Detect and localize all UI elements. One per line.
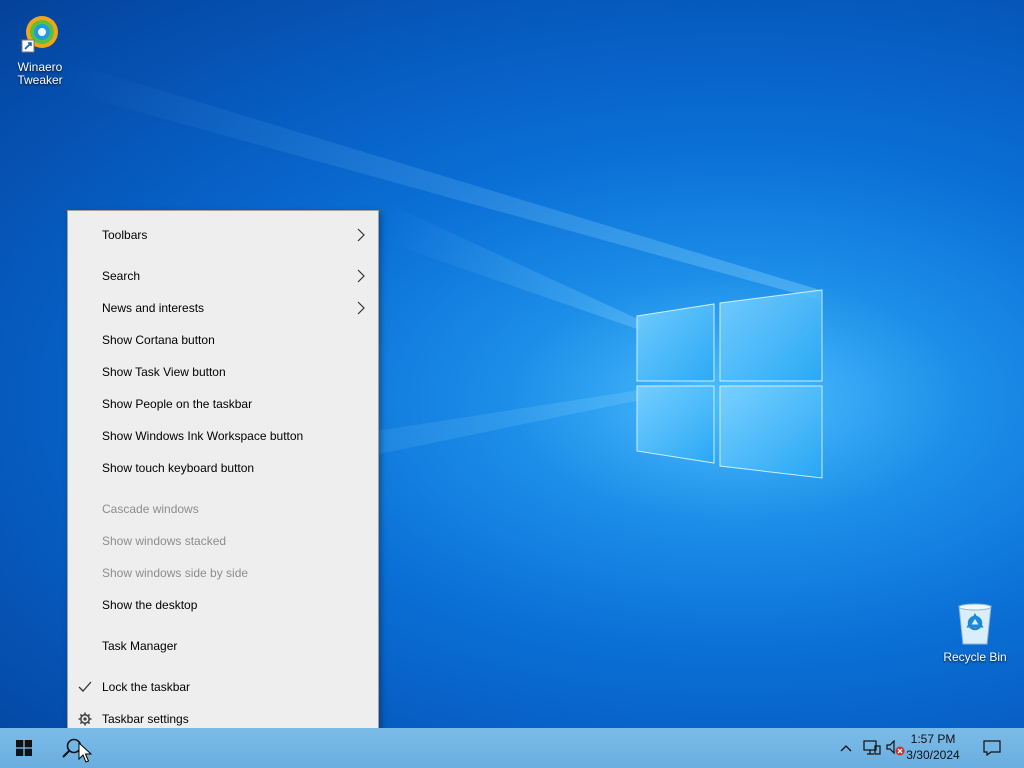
search-button[interactable]: [48, 728, 96, 768]
menu-item-show-touch-keyboard[interactable]: Show touch keyboard button: [68, 453, 378, 483]
windows-start-icon: [16, 740, 32, 756]
chevron-up-icon: [840, 745, 852, 752]
menu-item-show-windows-side-by-side: Show windows side by side: [102, 566, 249, 580]
windows-logo-wallpaper: [636, 289, 823, 479]
menu-item-show-windows-stacked: Show windows stacked: [102, 534, 227, 548]
menu-item-task-manager[interactable]: Task Manager: [68, 631, 378, 661]
start-button[interactable]: [0, 728, 48, 768]
show-hidden-icons-button[interactable]: [836, 728, 856, 768]
menu-item-show-task-view-button[interactable]: Show Task View button: [68, 357, 378, 387]
mouse-cursor-icon: [78, 742, 92, 763]
winaero-tweaker-icon: [21, 16, 58, 53]
chevron-right-icon: [357, 228, 365, 242]
recycle-bin-icon: [958, 603, 992, 645]
desktop-icon-winaero-tweaker[interactable]: Winaero Tweaker: [0, 10, 80, 87]
clock-date: 3/30/2024: [906, 748, 960, 762]
taskbar[interactable]: 1:57 PM 3/30/2024: [0, 728, 1024, 768]
network-button[interactable]: [860, 728, 884, 768]
menu-item-news-and-interests[interactable]: News and interests: [68, 293, 378, 323]
menu-item-show-windows-ink-workspace[interactable]: Show Windows Ink Workspace button: [68, 421, 378, 451]
chevron-right-icon: [357, 269, 365, 283]
desktop-icon-recycle-bin[interactable]: Recycle Bin: [935, 602, 1015, 664]
menu-item-show-cortana-button[interactable]: Show Cortana button: [68, 325, 378, 355]
menu-item-search[interactable]: Search: [68, 261, 378, 291]
clock-time: 1:57 PM: [910, 732, 956, 746]
desktop-icon-label: Winaero Tweaker: [17, 60, 63, 87]
network-icon: [863, 740, 881, 755]
checkmark-icon: [78, 681, 92, 692]
menu-item-toolbars[interactable]: Toolbars: [68, 220, 378, 250]
menu-item-cascade-windows: Cascade windows: [102, 502, 199, 516]
menu-item-lock-the-taskbar[interactable]: Lock the taskbar: [68, 672, 378, 702]
taskbar-clock[interactable]: 1:57 PM 3/30/2024: [898, 731, 968, 763]
chevron-right-icon: [357, 301, 365, 315]
menu-item-show-the-desktop[interactable]: Show the desktop: [68, 590, 378, 620]
gear-icon: [78, 712, 92, 726]
action-center-button[interactable]: [978, 728, 1006, 768]
taskbar-context-menu: Toolbars Search News and interests Show …: [67, 210, 379, 743]
menu-item-show-people[interactable]: Show People on the taskbar: [68, 389, 378, 419]
desktop-icon-label: Recycle Bin: [943, 650, 1007, 664]
notifications-icon: [983, 740, 1001, 756]
